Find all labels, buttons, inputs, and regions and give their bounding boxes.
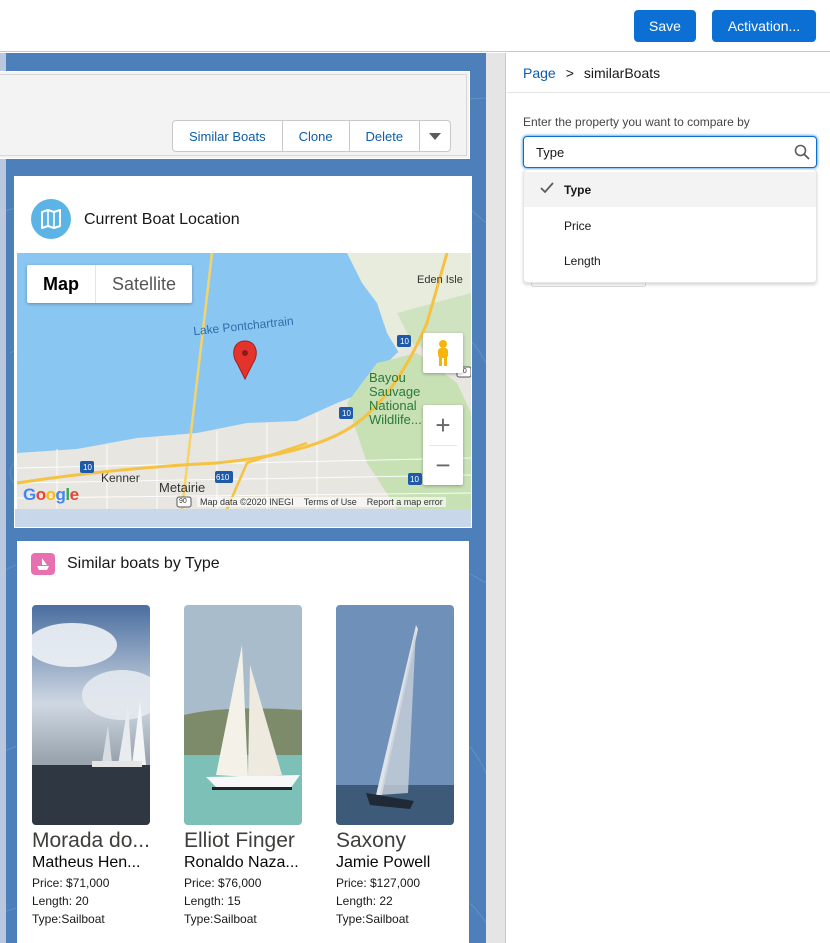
more-actions-button[interactable] <box>420 121 450 151</box>
save-button[interactable]: Save <box>634 10 696 42</box>
map-label-eden-isle: Eden Isle <box>417 274 463 286</box>
highway-shield-90: 90 <box>179 498 187 505</box>
map-label-line: Wildlife... <box>369 412 422 427</box>
option-price[interactable]: Price <box>524 208 816 243</box>
page-canvas: Similar Boats Clone Delete Current Boat … <box>0 53 486 943</box>
compare-property-label: Enter the property you want to compare b… <box>523 115 750 129</box>
highway-shield-610: 610 <box>216 473 230 482</box>
zoom-controls: + − <box>423 405 463 485</box>
record-header: Similar Boats Clone Delete <box>0 71 470 159</box>
highway-shield-10: 10 <box>400 337 409 346</box>
property-panel: Page > similarBoats Enter the property y… <box>507 53 830 943</box>
map-credits: Map data ©2020 INEGI Terms of Use Report… <box>197 497 446 507</box>
boat-type: Type:Sailboat <box>184 912 257 926</box>
boat-owner: Matheus Hen... <box>32 854 141 871</box>
map-data-credit: Map data ©2020 INEGI <box>200 497 294 507</box>
activation-button[interactable]: Activation... <box>712 10 816 42</box>
pegman-icon <box>438 340 448 366</box>
boat-owner: Jamie Powell <box>336 854 431 871</box>
breadcrumb-separator: > <box>565 65 574 81</box>
search-icon <box>794 144 810 160</box>
option-length[interactable]: Length <box>524 243 816 278</box>
similar-boats-button[interactable]: Similar Boats <box>173 121 283 151</box>
map-label-wildlife-refuge: Bayou Sauvage National Wildlife... <box>369 371 422 427</box>
terms-of-use-link[interactable]: Terms of Use <box>304 497 357 507</box>
similar-boats-title: Similar boats by Type <box>67 555 220 572</box>
zoom-divider <box>429 445 457 446</box>
map-label-line: Sauvage <box>369 384 421 399</box>
boat-map-component[interactable]: Current Boat Location Lake Pontchartrain… <box>14 176 472 528</box>
map-card-footer <box>15 509 471 527</box>
boat-length: Length: 20 <box>32 894 89 908</box>
map-icon <box>31 199 71 239</box>
canvas-edge <box>0 53 6 943</box>
boat-name: Elliot Finger <box>184 829 295 852</box>
boat-price: Price: $76,000 <box>184 876 262 890</box>
boat-type: Type:Sailboat <box>336 912 409 926</box>
option-label: Length <box>564 253 601 268</box>
boat-price: Price: $127,000 <box>336 876 421 890</box>
map-type-switch: Map Satellite <box>27 265 193 303</box>
map-card-title: Current Boat Location <box>84 211 240 228</box>
highway-shield-10: 10 <box>83 463 92 472</box>
map-view[interactable]: Lake Pontchartrain Eden Isle Bayou Sauva… <box>17 253 471 509</box>
boat-length: Length: 15 <box>184 894 241 908</box>
breadcrumb-current: similarBoats <box>583 65 661 81</box>
boat-icon <box>31 553 55 575</box>
boat-length: Length: 22 <box>336 894 393 908</box>
compare-property-listbox: Type Price Length <box>523 169 817 283</box>
map-label-line: National <box>369 398 417 413</box>
boat-tile[interactable]: Elliot Finger Ronaldo Naza... Price: $76… <box>184 605 324 926</box>
boat-tile[interactable]: Saxony Jamie Powell Price: $127,000 Leng… <box>336 605 476 926</box>
boat-name: Morada do... <box>32 829 150 852</box>
breadcrumb-page-link[interactable]: Page <box>523 65 556 81</box>
boat-owner: Ronaldo Naza... <box>184 854 299 871</box>
panel-divider <box>507 92 830 93</box>
check-icon <box>540 182 554 194</box>
canvas-scroll-gutter <box>486 53 506 943</box>
map-card-header: Current Boat Location <box>17 187 469 243</box>
boat-image <box>184 605 302 825</box>
option-label: Type <box>564 182 592 197</box>
report-map-error-link[interactable]: Report a map error <box>367 497 443 507</box>
map-label-metairie: Metairie <box>159 480 206 495</box>
map-label-kenner: Kenner <box>101 471 140 485</box>
chevron-down-icon <box>429 132 442 140</box>
highway-shield-10: 10 <box>342 409 351 418</box>
similar-boats-component[interactable]: Similar boats by Type Morada do... Mathe… <box>16 540 470 943</box>
delete-button[interactable]: Delete <box>350 121 421 151</box>
boat-image <box>32 605 150 825</box>
map-tab-satellite[interactable]: Satellite <box>96 265 192 303</box>
boat-tile[interactable]: Morada do... Matheus Hen... Price: $71,0… <box>32 605 172 926</box>
combobox-value: Type <box>536 145 565 160</box>
top-toolbar: Save Activation... <box>0 0 830 52</box>
map-tab-map[interactable]: Map <box>27 265 96 303</box>
google-logo: Google <box>23 485 79 504</box>
option-label: Price <box>564 218 592 233</box>
compare-property-combobox[interactable]: Type <box>523 136 817 168</box>
breadcrumb: Page > similarBoats <box>523 65 660 81</box>
zoom-in-button[interactable]: + <box>423 405 463 445</box>
boat-image <box>336 605 454 825</box>
boat-price: Price: $71,000 <box>32 876 110 890</box>
street-view-pegman[interactable] <box>423 333 463 373</box>
record-actions: Similar Boats Clone Delete <box>172 120 452 152</box>
clone-button[interactable]: Clone <box>283 121 350 151</box>
boat-name: Saxony <box>336 829 407 852</box>
zoom-out-button[interactable]: − <box>423 445 463 485</box>
option-type[interactable]: Type <box>524 172 816 207</box>
map-label-line: Bayou <box>369 370 406 385</box>
highway-shield-10: 10 <box>410 475 419 484</box>
boat-type: Type:Sailboat <box>32 912 105 926</box>
